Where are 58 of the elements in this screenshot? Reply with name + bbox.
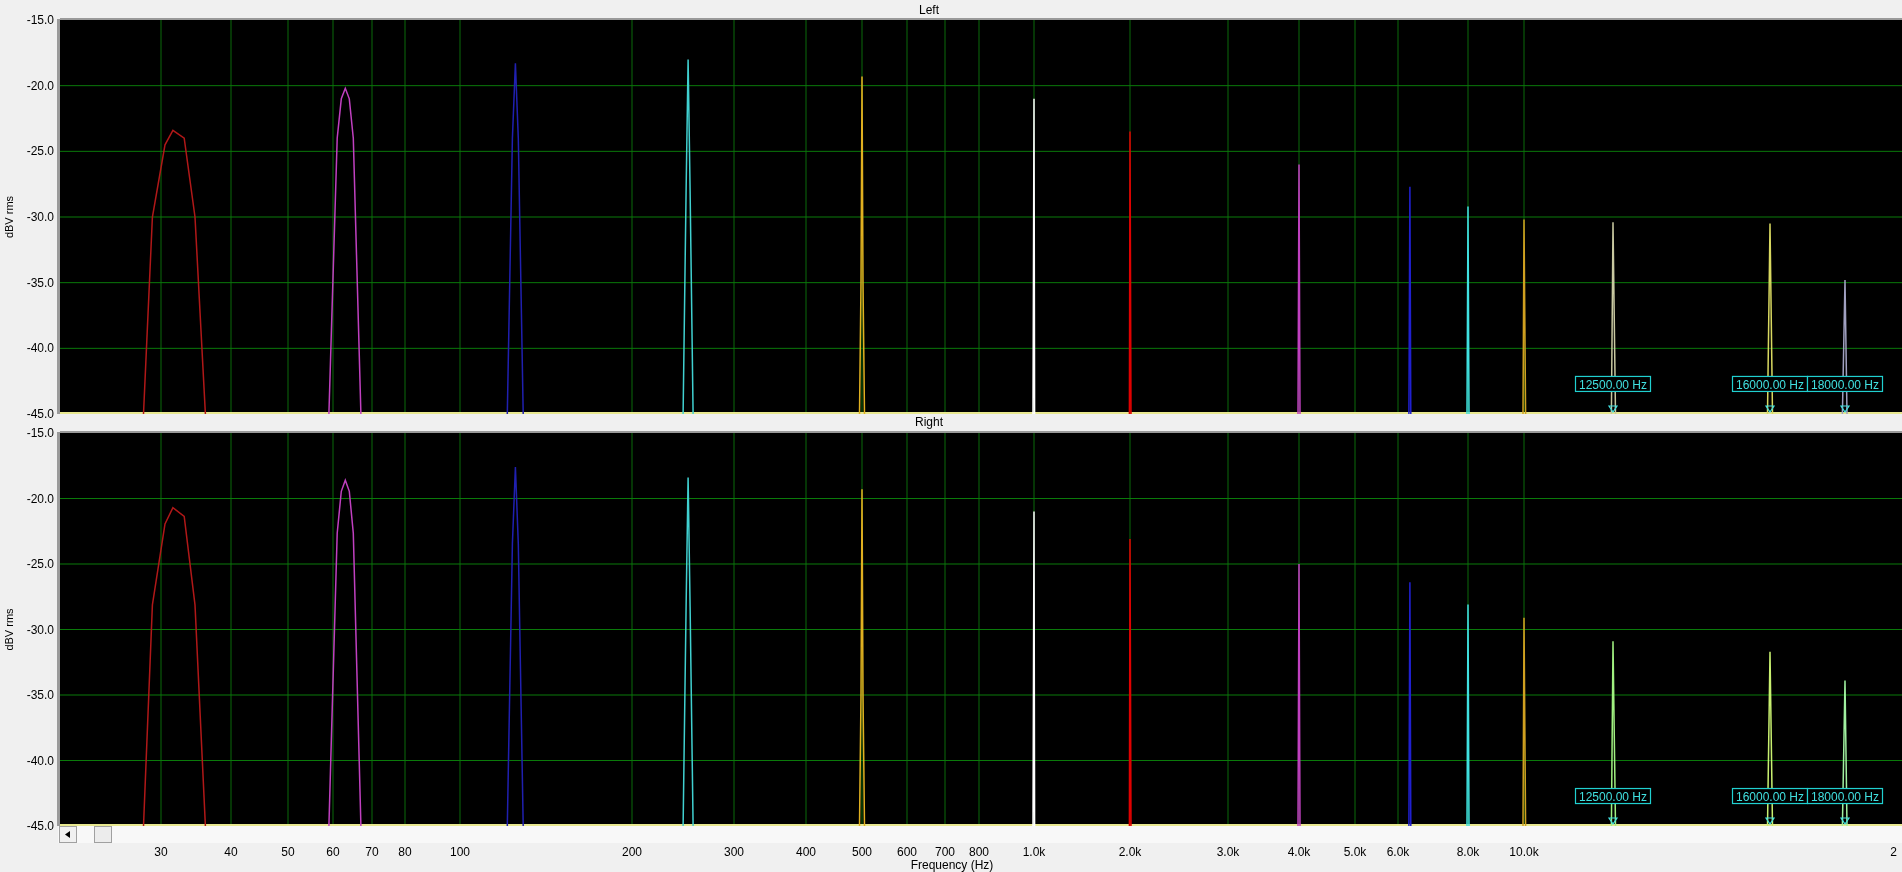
x-tick-label: 10.0k — [1509, 845, 1539, 859]
x-tick-label: 40 — [224, 845, 238, 859]
x-tick-label: 5.0k — [1343, 845, 1367, 859]
scroll-left-button[interactable] — [59, 826, 77, 843]
marker-triangle-icon[interactable] — [1764, 817, 1776, 826]
scrollbar-thumb[interactable] — [94, 826, 112, 843]
x-tick-label: 800 — [969, 845, 989, 859]
horizontal-scrollbar[interactable] — [58, 826, 1902, 843]
y-tick-label: -30.0 — [26, 210, 54, 224]
y-tick-label: -15.0 — [26, 426, 54, 440]
y-tick-label: -20.0 — [26, 491, 54, 506]
x-tick-label: 6.0k — [1386, 845, 1410, 859]
marker-triangle-icon[interactable] — [1764, 405, 1776, 414]
caret-left-icon — [65, 831, 70, 838]
y-tick-label: -25.0 — [26, 557, 54, 571]
x-tick-label: 200 — [622, 845, 642, 859]
marker-triangle-icon[interactable] — [1607, 405, 1619, 414]
x-tick-label: 1.0k — [1022, 845, 1046, 859]
y-tick-label: -35.0 — [26, 688, 54, 702]
marker-triangle-icon[interactable] — [1839, 405, 1851, 414]
marker-triangle-icon[interactable] — [1607, 817, 1619, 826]
x-tick-label: 80 — [398, 845, 412, 859]
chart-title: Left — [919, 3, 939, 17]
marker-triangle-icon[interactable] — [1839, 817, 1851, 826]
x-tick-label: 300 — [724, 845, 744, 859]
frequency-marker-label: 12500.00 Hz — [1574, 375, 1652, 393]
y-tick-label: -30.0 — [26, 622, 54, 637]
x-tick-label: 400 — [796, 845, 816, 859]
x-tick-label: 70 — [365, 845, 379, 859]
y-tick-label: -45.0 — [26, 819, 54, 833]
x-tick-label: 2.0k — [1118, 845, 1142, 859]
axis-title: dBV rms — [3, 608, 15, 651]
y-tick-label: -40.0 — [26, 341, 54, 356]
x-tick-label: 500 — [852, 845, 872, 859]
x-tick-label: 600 — [897, 845, 917, 859]
frequency-marker-label: 18000.00 Hz — [1806, 375, 1884, 393]
chart-title: Right — [915, 415, 943, 429]
x-tick-label: 30 — [154, 845, 168, 859]
x-tick-label: 8.0k — [1456, 845, 1480, 859]
frequency-marker-label: 12500.00 Hz — [1574, 787, 1652, 805]
y-tick-label: -35.0 — [26, 275, 54, 290]
frequency-marker-label: 18000.00 Hz — [1806, 787, 1884, 805]
x-tick-label: 3.0k — [1216, 845, 1240, 859]
y-tick-label: -25.0 — [26, 144, 54, 159]
y-tick-label: -40.0 — [26, 753, 54, 768]
x-tick-label: 50 — [281, 845, 295, 859]
x-tick-label: 700 — [935, 845, 955, 859]
axis-title: Frequency (Hz) — [910, 858, 994, 872]
frequency-marker-label: 16000.00 Hz — [1731, 375, 1809, 393]
axis-title: dBV rms — [3, 195, 15, 239]
x-tick-label: 2 — [1890, 845, 1897, 859]
y-tick-label: -45.0 — [26, 407, 54, 421]
x-tick-label: 60 — [326, 845, 340, 859]
y-tick-label: -15.0 — [26, 13, 54, 27]
x-tick-label: 4.0k — [1287, 845, 1311, 859]
frequency-marker-label: 16000.00 Hz — [1731, 787, 1809, 805]
x-tick-label: 100 — [450, 845, 470, 859]
y-tick-label: -20.0 — [26, 78, 54, 93]
